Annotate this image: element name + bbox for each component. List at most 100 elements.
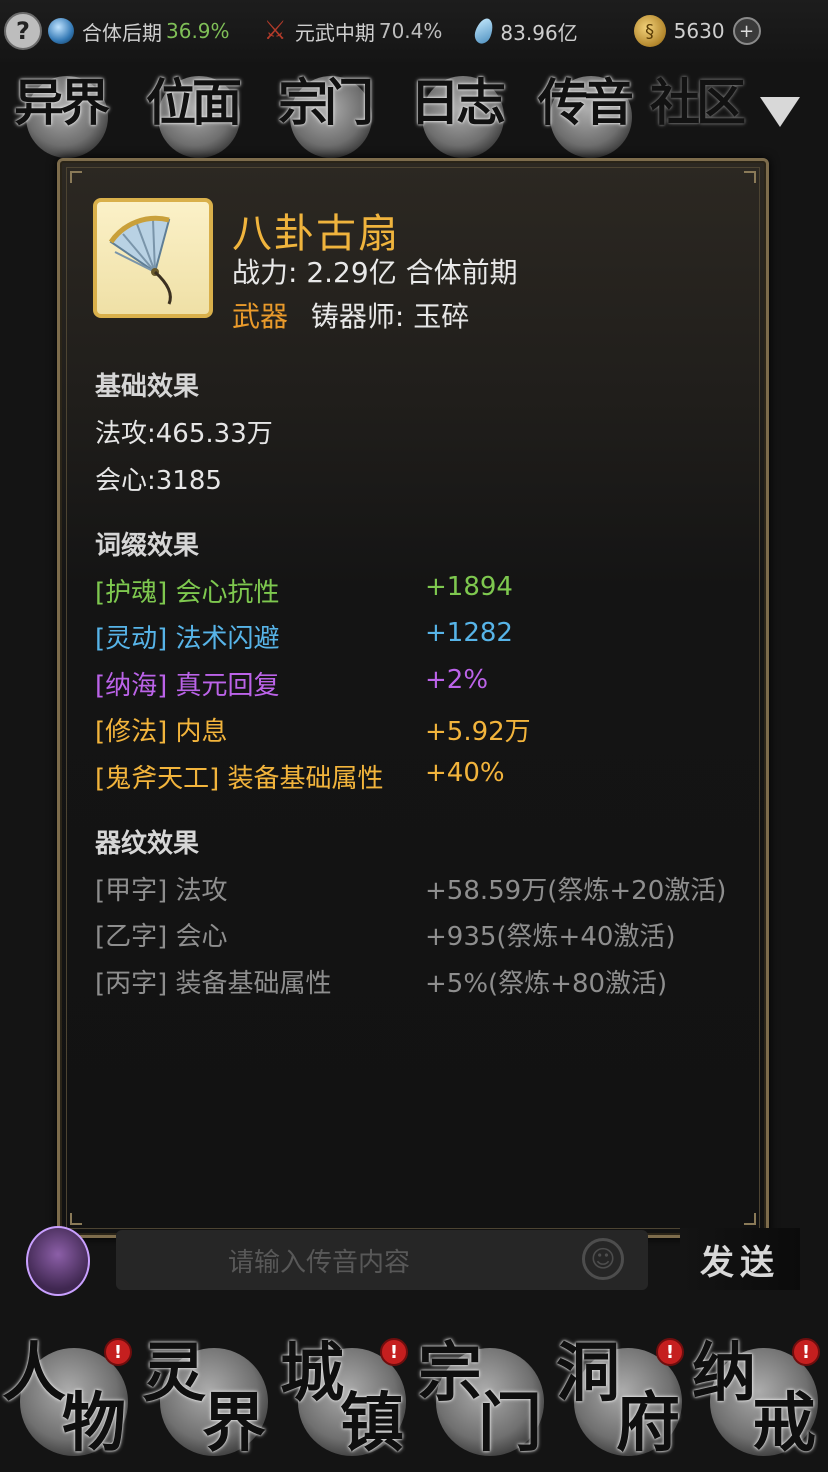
tab-char-1: 纳 bbox=[692, 1336, 756, 1411]
tab-char-2: 物 bbox=[62, 1386, 126, 1461]
dropdown-triangle-icon[interactable] bbox=[760, 97, 800, 127]
tab-log[interactable]: 日志 bbox=[410, 68, 510, 160]
realm-progress: 36.9% bbox=[166, 19, 230, 43]
item-tooltip-panel: 八卦古扇 战力: 2.29亿 合体前期 武器 铸器师: 玉碎 基础效果 法攻:4… bbox=[57, 158, 769, 1238]
tab-storage-ring[interactable]: 纳 戒 ! bbox=[690, 1330, 828, 1470]
tab-label: 位面 bbox=[146, 73, 242, 132]
tab-plane[interactable]: 位面 bbox=[146, 68, 246, 160]
tab-spirit-realm[interactable]: 灵 界 bbox=[140, 1330, 278, 1470]
tab-char-2: 界 bbox=[202, 1386, 266, 1461]
tab-otherworld[interactable]: 异界 bbox=[14, 68, 114, 160]
tab-char-1: 城 bbox=[280, 1336, 344, 1411]
rune-value: +58.59万(祭炼+20激活) bbox=[425, 876, 727, 906]
message-placeholder: 请输入传音内容 bbox=[228, 1248, 411, 1278]
gold-count: 5630 bbox=[673, 19, 725, 43]
notification-badge: ! bbox=[380, 1338, 408, 1366]
power-label: 战力: bbox=[232, 256, 298, 289]
send-button[interactable]: 发送 bbox=[680, 1228, 800, 1290]
avatar[interactable] bbox=[26, 1226, 90, 1296]
base-effect-label: 会心: bbox=[95, 466, 156, 496]
rune-row: [丙字] 装备基础属性 +5%(祭炼+80激活) bbox=[95, 963, 667, 1000]
message-input[interactable]: 请输入传音内容 bbox=[116, 1230, 648, 1290]
tab-char-2: 府 bbox=[616, 1386, 680, 1461]
item-type: 武器 bbox=[232, 300, 289, 333]
corner-ornament bbox=[744, 171, 756, 183]
rune-label: [乙字] 会心 bbox=[95, 922, 228, 952]
notification-badge: ! bbox=[656, 1338, 684, 1366]
rune-label: [丙字] 装备基础属性 bbox=[95, 969, 332, 999]
tab-char-1: 洞 bbox=[556, 1336, 620, 1411]
notification-badge: ! bbox=[792, 1338, 820, 1366]
rune-row: [乙字] 会心 +935(祭炼+40激活) bbox=[95, 916, 676, 953]
affix-row: [修法] 内息 +5.92万 bbox=[95, 711, 531, 748]
affix-label: [护魂] 会心抗性 bbox=[95, 578, 280, 608]
fan-icon bbox=[93, 198, 213, 318]
tab-char-2: 镇 bbox=[340, 1386, 404, 1461]
rune-label: [甲字] 法攻 bbox=[95, 876, 228, 906]
affix-value: +1894 bbox=[425, 572, 513, 602]
tab-cave[interactable]: 洞 府 ! bbox=[554, 1330, 692, 1470]
affix-value: +2% bbox=[425, 665, 489, 695]
affix-label: [纳海] 真元回复 bbox=[95, 671, 280, 701]
realm-label: 合体后期 bbox=[82, 20, 162, 45]
tab-community[interactable]: 社区 bbox=[650, 68, 750, 160]
status-bar: ? 合体后期 36.9% ⚔ 元武中期 70.4% 83.96亿 § 5630 … bbox=[0, 0, 828, 62]
maker-label: 铸器师: bbox=[310, 300, 405, 333]
martial-progress: 70.4% bbox=[378, 19, 443, 43]
corner-ornament bbox=[70, 171, 82, 183]
tab-label: 传音 bbox=[538, 73, 634, 132]
emoji-icon[interactable]: ☺ bbox=[582, 1238, 624, 1280]
rune-effects-title: 器纹效果 bbox=[95, 829, 200, 859]
tab-char-2: 戒 bbox=[752, 1386, 816, 1461]
base-effect-value: 465.33万 bbox=[155, 419, 273, 449]
tab-character[interactable]: 人 物 ! bbox=[0, 1330, 138, 1470]
gold-coin-icon: § bbox=[633, 15, 666, 47]
affix-value: +5.92万 bbox=[425, 717, 531, 747]
tab-char-1: 人 bbox=[2, 1336, 66, 1411]
tab-label: 宗门 bbox=[278, 73, 374, 132]
base-effect-row: 会心:3185 bbox=[95, 460, 222, 497]
power-value: 2.29亿 bbox=[306, 256, 397, 289]
affix-row: [护魂] 会心抗性 +1894 bbox=[95, 572, 513, 609]
tab-char-1: 宗 bbox=[418, 1336, 482, 1411]
notification-badge: ! bbox=[104, 1338, 132, 1366]
tab-message[interactable]: 传音 bbox=[538, 68, 638, 160]
base-effect-label: 法攻: bbox=[95, 419, 156, 449]
tab-label: 异界 bbox=[14, 73, 110, 132]
item-type-line: 武器 铸器师: 玉碎 bbox=[232, 295, 469, 335]
affix-value: +1282 bbox=[425, 618, 513, 648]
item-power: 战力: 2.29亿 合体前期 bbox=[232, 251, 518, 291]
tab-char-1: 灵 bbox=[142, 1336, 206, 1411]
affix-row: [鬼斧天工] 装备基础属性 +40% bbox=[95, 758, 505, 795]
affix-label: [灵动] 法术闪避 bbox=[95, 624, 280, 654]
affix-row: [灵动] 法术闪避 +1282 bbox=[95, 618, 513, 655]
base-effect-value: 3185 bbox=[155, 466, 222, 496]
bottom-nav: 人 物 ! 灵 界 城 镇 ! 宗 门 洞 府 ! 纳 戒 ! bbox=[0, 1320, 828, 1472]
affix-label: [鬼斧天工] 装备基础属性 bbox=[95, 764, 384, 794]
base-effect-row: 法攻:465.33万 bbox=[95, 413, 273, 450]
tab-char-2: 门 bbox=[478, 1386, 542, 1461]
rune-row: [甲字] 法攻 +58.59万(祭炼+20激活) bbox=[95, 870, 726, 907]
help-icon[interactable]: ? bbox=[4, 12, 42, 50]
affix-label: [修法] 内息 bbox=[95, 717, 228, 747]
base-effects-title: 基础效果 bbox=[95, 372, 200, 402]
top-nav: 异界 位面 宗门 日志 传音 社区 bbox=[0, 62, 828, 162]
add-gold-button[interactable]: + bbox=[732, 17, 761, 45]
tab-label: 社区 bbox=[650, 73, 746, 132]
tab-town[interactable]: 城 镇 ! bbox=[278, 1330, 416, 1470]
power-rank: 合体前期 bbox=[405, 256, 518, 289]
maker-name: 玉碎 bbox=[413, 300, 470, 333]
affix-row: [纳海] 真元回复 +2% bbox=[95, 665, 488, 702]
tab-sect-bottom[interactable]: 宗 门 bbox=[416, 1330, 554, 1470]
rune-value: +5%(祭炼+80激活) bbox=[425, 969, 668, 999]
realm-orb-icon bbox=[48, 18, 74, 44]
corner-ornament bbox=[744, 1213, 756, 1225]
martial-label: 元武中期 bbox=[294, 20, 375, 45]
spirit-stone-icon bbox=[472, 16, 497, 46]
affix-effects-title: 词缀效果 bbox=[95, 531, 200, 561]
sword-icon: ⚔ bbox=[263, 16, 287, 46]
tab-label: 日志 bbox=[410, 73, 506, 132]
spirit-stone-count: 83.96亿 bbox=[500, 20, 578, 45]
corner-ornament bbox=[70, 1213, 82, 1225]
tab-sect[interactable]: 宗门 bbox=[278, 68, 378, 160]
